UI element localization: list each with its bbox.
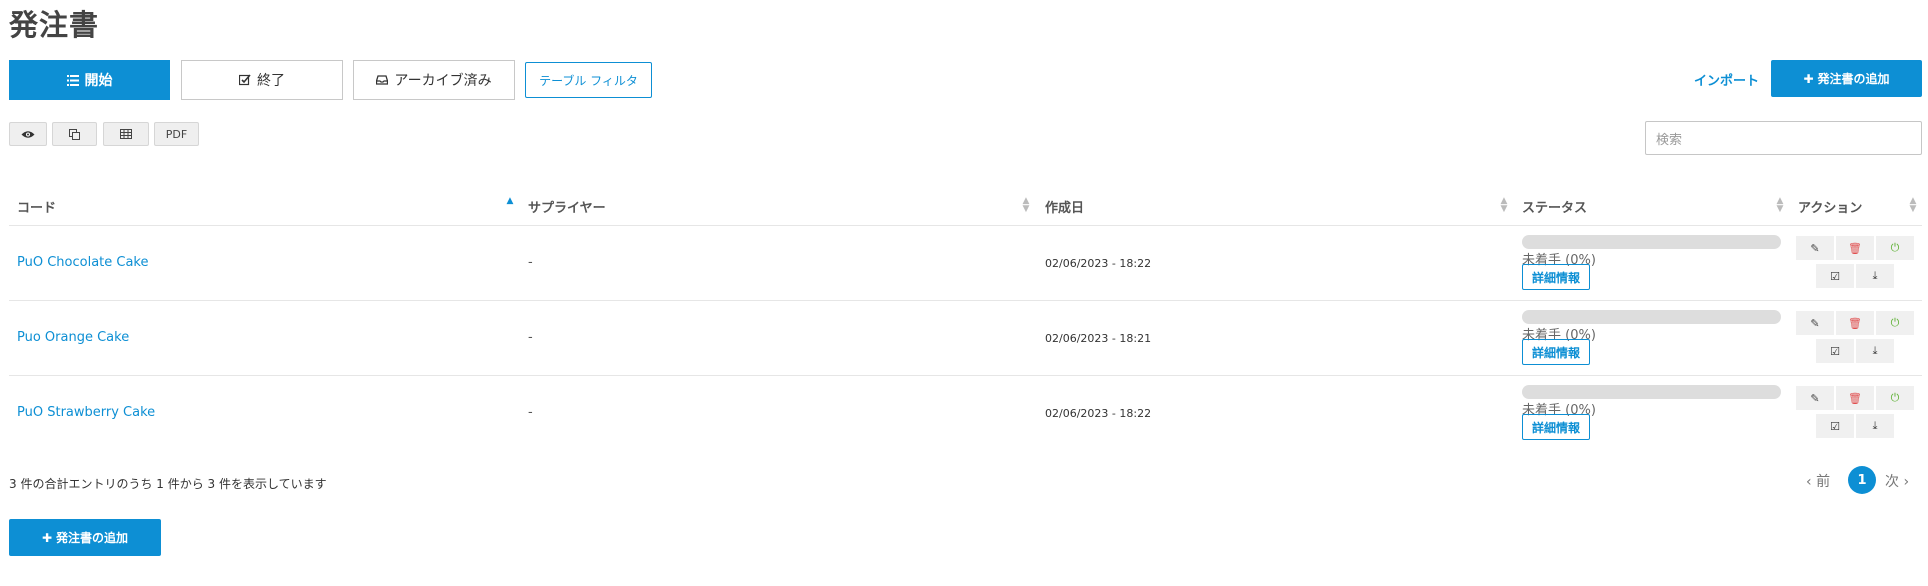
detail-button[interactable]: 詳細情報 bbox=[1522, 414, 1590, 440]
eye-icon bbox=[21, 130, 35, 139]
add-order-label: 発注書の追加 bbox=[1817, 72, 1890, 86]
sort-icon: ▲ ▼ bbox=[1500, 196, 1508, 214]
column-header-code[interactable]: コード bbox=[17, 197, 56, 216]
progress-bar bbox=[1522, 235, 1781, 249]
plus-icon: ✚ bbox=[41, 530, 53, 545]
add-order-button-bottom[interactable]: ✚ 発注書の追加 bbox=[9, 519, 161, 556]
delete-button[interactable]: 🗑 bbox=[1836, 236, 1874, 260]
plus-icon: ✚ bbox=[1803, 71, 1814, 86]
close-order-button[interactable]: ☑ bbox=[1816, 264, 1854, 288]
date-cell: 02/06/2023 - 18:21 bbox=[1045, 332, 1152, 345]
check-square-icon bbox=[239, 74, 251, 86]
order-code-link[interactable]: PuO Chocolate Cake bbox=[17, 255, 149, 270]
tab-open-label: 開始 bbox=[84, 73, 113, 89]
edit-icon: ✎ bbox=[1810, 391, 1820, 405]
add-order-button[interactable]: ✚ 発注書の追加 bbox=[1771, 60, 1922, 97]
sort-icon: ▲ bbox=[506, 196, 514, 206]
table-icon bbox=[120, 129, 132, 139]
download-button[interactable]: ⤓ bbox=[1856, 339, 1894, 363]
divider bbox=[9, 300, 1922, 301]
progress-bar bbox=[1522, 385, 1781, 399]
download-button[interactable]: ⤓ bbox=[1856, 264, 1894, 288]
tab-closed[interactable]: 終了 bbox=[181, 60, 343, 100]
page-title: 発注書 bbox=[9, 8, 100, 42]
progress-bar bbox=[1522, 310, 1781, 324]
edit-icon: ✎ bbox=[1810, 241, 1820, 255]
tab-archived[interactable]: アーカイブ済み bbox=[353, 60, 515, 100]
sort-icon: ▲ ▼ bbox=[1776, 196, 1784, 214]
copy-icon bbox=[69, 128, 80, 140]
supplier-cell: - bbox=[528, 330, 533, 345]
copy-button[interactable] bbox=[52, 122, 97, 146]
power-button[interactable]: ⏻ bbox=[1876, 386, 1914, 410]
delete-button[interactable]: 🗑 bbox=[1836, 311, 1874, 335]
column-visibility-button[interactable] bbox=[9, 122, 47, 146]
add-order-label: 発注書の追加 bbox=[56, 531, 129, 545]
list-icon bbox=[66, 74, 79, 86]
tab-open[interactable]: 開始 bbox=[9, 60, 170, 100]
close-order-button[interactable]: ☑ bbox=[1816, 414, 1854, 438]
export-excel-button[interactable] bbox=[103, 122, 149, 146]
divider bbox=[9, 375, 1922, 376]
pagination-prev-label: 前 bbox=[1816, 474, 1831, 490]
divider bbox=[9, 225, 1922, 226]
date-cell: 02/06/2023 - 18:22 bbox=[1045, 407, 1152, 420]
check-square-icon: ☑ bbox=[1830, 344, 1840, 358]
check-square-icon: ☑ bbox=[1830, 269, 1840, 283]
download-button[interactable]: ⤓ bbox=[1856, 414, 1894, 438]
power-button[interactable]: ⏻ bbox=[1876, 236, 1914, 260]
trash-icon: 🗑 bbox=[1848, 241, 1862, 255]
supplier-cell: - bbox=[528, 255, 533, 270]
sort-icon: ▲ ▼ bbox=[1909, 196, 1917, 214]
column-header-supplier[interactable]: サプライヤー bbox=[528, 197, 606, 216]
entries-info: 3 件の合計エントリのうち 1 件から 3 件を表示しています bbox=[9, 477, 327, 491]
column-header-actions[interactable]: アクション bbox=[1798, 197, 1862, 216]
export-pdf-button[interactable]: PDF bbox=[154, 122, 199, 146]
power-icon: ⏻ bbox=[1890, 316, 1900, 329]
inbox-icon bbox=[376, 75, 389, 85]
detail-button[interactable]: 詳細情報 bbox=[1522, 264, 1590, 290]
sort-icon: ▲ ▼ bbox=[1022, 196, 1030, 214]
edit-button[interactable]: ✎ bbox=[1796, 386, 1834, 410]
pagination-next-label: 次 bbox=[1885, 474, 1899, 490]
tab-archived-label: アーカイブ済み bbox=[394, 73, 492, 89]
power-icon: ⏻ bbox=[1890, 241, 1900, 254]
import-link[interactable]: インポート bbox=[1694, 70, 1759, 89]
power-icon: ⏻ bbox=[1890, 391, 1900, 404]
detail-button[interactable]: 詳細情報 bbox=[1522, 339, 1590, 365]
table-filter-button[interactable]: テーブル フィルタ bbox=[525, 62, 652, 98]
chevron-right-icon: › bbox=[1903, 474, 1910, 490]
close-order-button[interactable]: ☑ bbox=[1816, 339, 1854, 363]
power-button[interactable]: ⏻ bbox=[1876, 311, 1914, 335]
delete-button[interactable]: 🗑 bbox=[1836, 386, 1874, 410]
date-cell: 02/06/2023 - 18:22 bbox=[1045, 257, 1152, 270]
check-square-icon: ☑ bbox=[1830, 419, 1840, 433]
edit-icon: ✎ bbox=[1810, 316, 1820, 330]
edit-button[interactable]: ✎ bbox=[1796, 236, 1834, 260]
edit-button[interactable]: ✎ bbox=[1796, 311, 1834, 335]
download-icon: ⤓ bbox=[1872, 344, 1878, 357]
order-code-link[interactable]: Puo Orange Cake bbox=[17, 330, 129, 345]
download-icon: ⤓ bbox=[1872, 269, 1878, 282]
trash-icon: 🗑 bbox=[1848, 391, 1862, 405]
pagination-page[interactable]: 1 bbox=[1848, 466, 1876, 494]
supplier-cell: - bbox=[528, 405, 533, 420]
download-icon: ⤓ bbox=[1872, 419, 1878, 432]
column-header-status[interactable]: ステータス bbox=[1522, 197, 1587, 216]
pagination-prev[interactable]: ‹ 前 bbox=[1806, 471, 1830, 491]
tab-closed-label: 終了 bbox=[257, 73, 285, 89]
search-input[interactable]: 検索 bbox=[1645, 121, 1922, 155]
trash-icon: 🗑 bbox=[1848, 316, 1862, 330]
pagination-next[interactable]: 次 › bbox=[1885, 471, 1909, 491]
column-header-date[interactable]: 作成日 bbox=[1045, 197, 1084, 216]
chevron-left-icon: ‹ bbox=[1806, 474, 1812, 490]
order-code-link[interactable]: PuO Strawberry Cake bbox=[17, 405, 155, 420]
